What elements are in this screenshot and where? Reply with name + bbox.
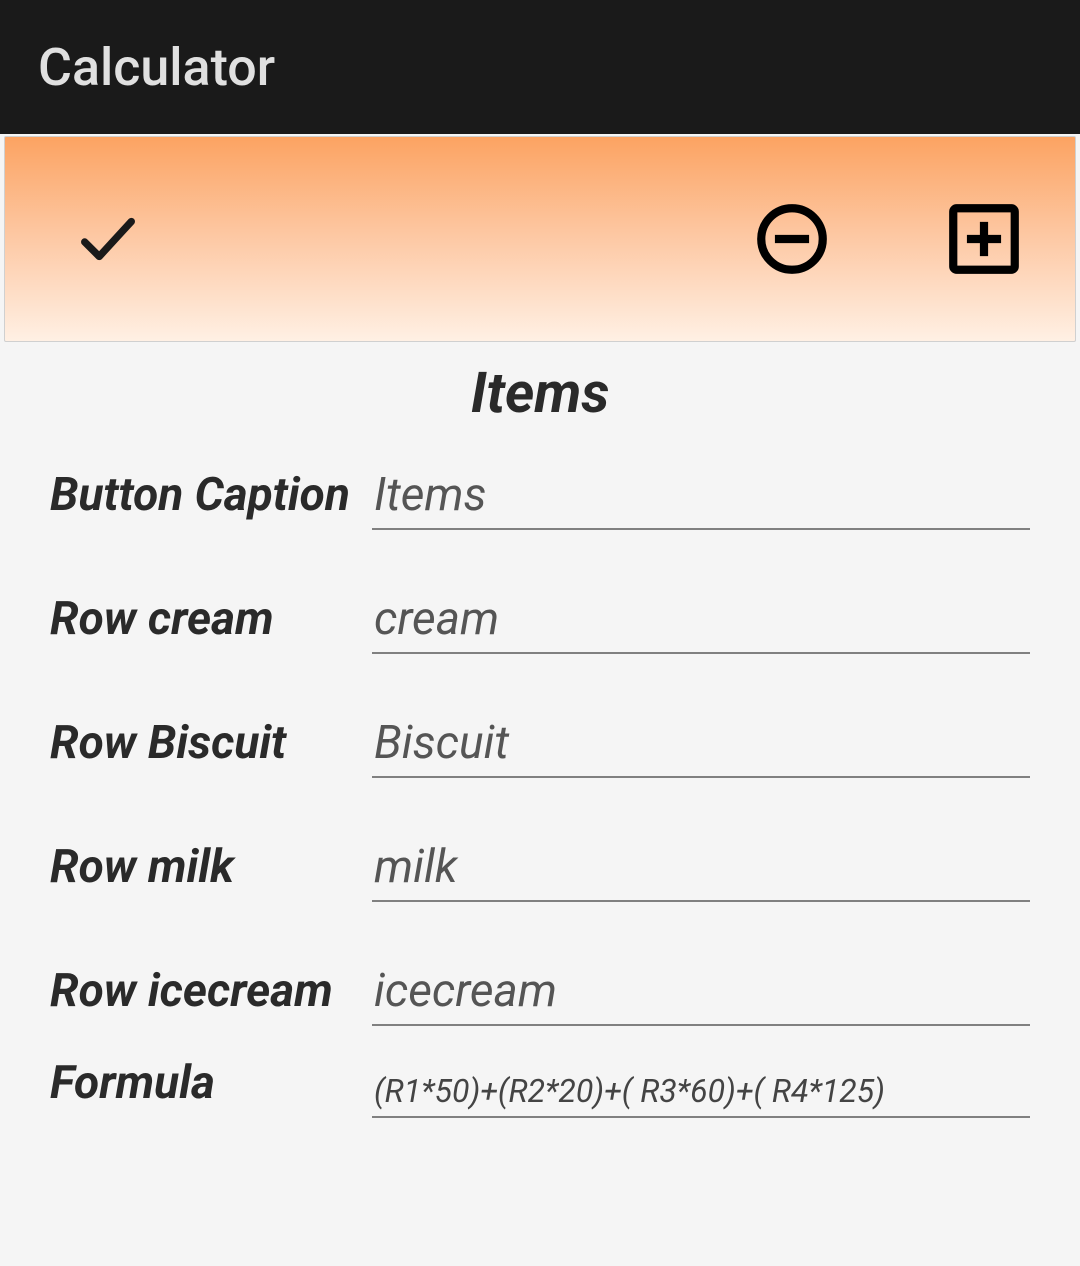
row-input[interactable] xyxy=(372,586,1030,654)
formula-label: Formula xyxy=(50,1056,372,1118)
form-row-item: Row cream xyxy=(50,586,1030,654)
confirm-button[interactable] xyxy=(73,204,143,274)
row-input[interactable] xyxy=(372,834,1030,902)
check-icon xyxy=(73,204,143,274)
row-label: Row milk xyxy=(50,840,372,902)
toolbar xyxy=(4,136,1076,342)
row-label: Row cream xyxy=(50,592,372,654)
section-title: Items xyxy=(0,360,1080,426)
button-caption-label: Button Caption xyxy=(50,468,372,530)
remove-button[interactable] xyxy=(751,198,833,280)
form-row-item: Row icecream xyxy=(50,958,1030,1026)
toolbar-left xyxy=(73,204,143,274)
add-button[interactable] xyxy=(943,198,1025,280)
formula-input[interactable] xyxy=(372,1066,1030,1118)
form-row-item: Row milk xyxy=(50,834,1030,902)
app-header: Calculator xyxy=(0,0,1080,134)
app-title: Calculator xyxy=(38,37,275,98)
plus-square-icon xyxy=(943,198,1025,280)
form-row-formula: Formula xyxy=(50,1056,1030,1118)
form-container: Button Caption Row cream Row Biscuit Row… xyxy=(0,462,1080,1118)
row-label: Row icecream xyxy=(50,964,372,1026)
row-input[interactable] xyxy=(372,958,1030,1026)
toolbar-right xyxy=(751,198,1025,280)
row-label: Row Biscuit xyxy=(50,716,372,778)
form-row-button-caption: Button Caption xyxy=(50,462,1030,530)
form-row-item: Row Biscuit xyxy=(50,710,1030,778)
button-caption-input[interactable] xyxy=(372,462,1030,530)
row-input[interactable] xyxy=(372,710,1030,778)
minus-circle-icon xyxy=(751,198,833,280)
